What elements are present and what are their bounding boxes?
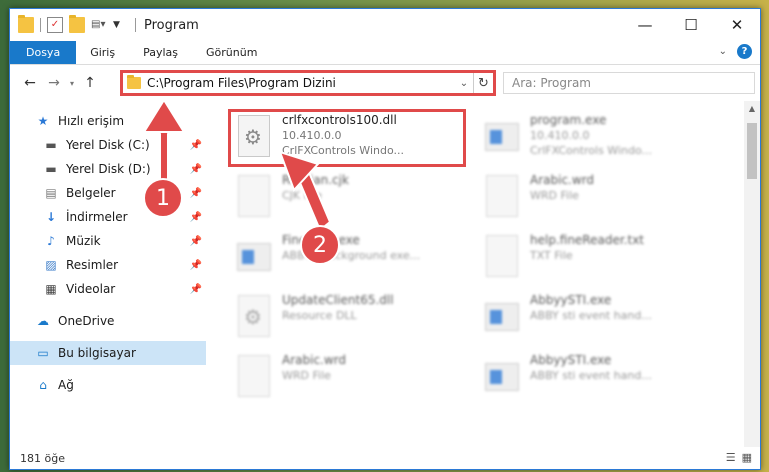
arrow-1-head [142, 98, 186, 133]
annotation-arrows [142, 98, 332, 232]
step-2-badge: 2 [300, 225, 340, 265]
step-1-badge: 1 [143, 178, 183, 218]
